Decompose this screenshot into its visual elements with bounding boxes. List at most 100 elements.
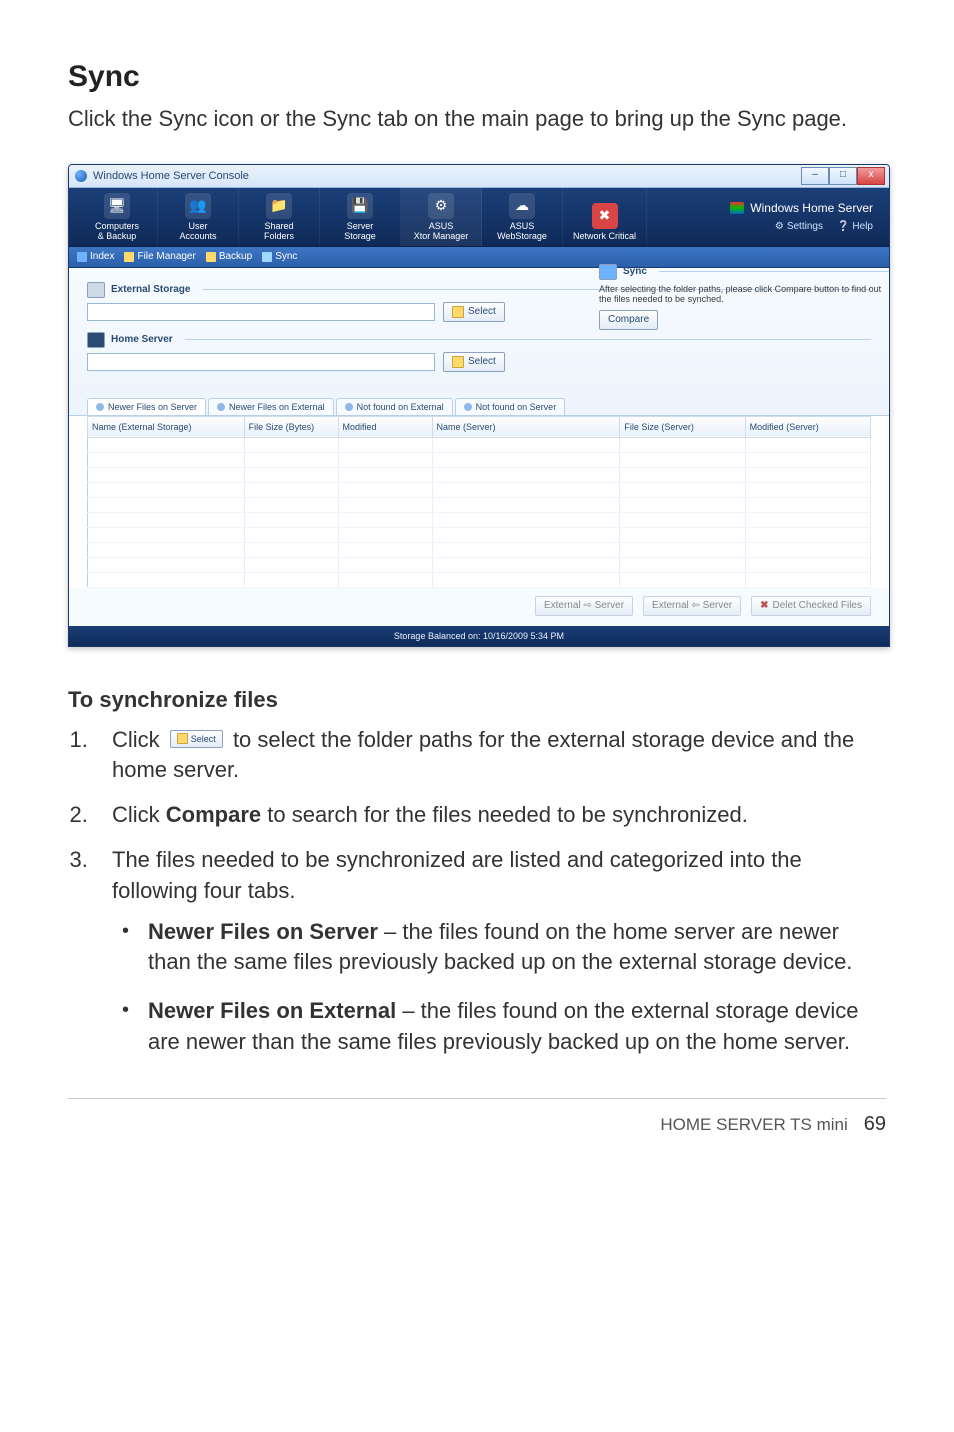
home-path-input[interactable] xyxy=(87,353,435,371)
settings-link[interactable]: ⚙ Settings xyxy=(775,221,823,232)
toolbar-computers-backup[interactable]: 🖥 Computers & Backup xyxy=(77,188,158,246)
page-footer: HOME SERVER TS mini 69 xyxy=(68,1098,886,1136)
tab-newer-external[interactable]: Newer Files on External xyxy=(208,398,334,415)
intro-paragraph: Click the Sync icon or the Sync tab on t… xyxy=(68,104,886,134)
tab-not-server[interactable]: Not found on Server xyxy=(455,398,566,415)
brand-label: Windows Home Server xyxy=(730,201,873,215)
footer-product: HOME SERVER TS mini xyxy=(660,1115,847,1135)
table-row xyxy=(88,527,871,542)
tab-newer-server[interactable]: Newer Files on Server xyxy=(87,398,206,415)
step-2: Click Compare to search for the files ne… xyxy=(94,800,886,831)
backup-icon xyxy=(206,252,216,262)
table-row xyxy=(88,452,871,467)
compare-label: Compare xyxy=(608,314,649,325)
close-button[interactable]: x xyxy=(857,167,885,185)
folder-icon xyxy=(124,252,134,262)
table-row xyxy=(88,497,871,512)
select-label: Select xyxy=(468,306,496,317)
tab-icon xyxy=(96,403,104,411)
tab-not-external[interactable]: Not found on External xyxy=(336,398,453,415)
col-name-external[interactable]: Name (External Storage) xyxy=(88,416,245,437)
col-name-server[interactable]: Name (Server) xyxy=(432,416,620,437)
bc-label: Backup xyxy=(219,251,252,262)
results-tabs: Newer Files on Server Newer Files on Ext… xyxy=(69,392,889,416)
toolbar-xtor-manager[interactable]: ⚙ ASUS Xtor Manager xyxy=(401,188,482,246)
table-row xyxy=(88,437,871,452)
toolbar-webstorage[interactable]: ☁ ASUS WebStorage xyxy=(482,188,563,246)
help-link[interactable]: ❔ Help xyxy=(837,221,873,232)
app-screenshot: Windows Home Server Console – □ x 🖥 Comp… xyxy=(68,164,890,647)
folder-icon xyxy=(452,306,464,318)
home-select-button[interactable]: Select xyxy=(443,352,505,372)
compare-button[interactable]: Compare xyxy=(599,310,658,330)
maximize-button[interactable]: □ xyxy=(829,167,857,185)
toolbar-shared-folders[interactable]: 📁 Shared Folders xyxy=(239,188,320,246)
external-to-server-button[interactable]: External ⇨ Server xyxy=(535,596,633,616)
bc-label: Index xyxy=(90,251,114,262)
inline-btn-label: Select xyxy=(191,733,216,746)
col-modified[interactable]: Modified xyxy=(338,416,432,437)
col-size-server[interactable]: File Size (Server) xyxy=(620,416,745,437)
help-icon: ❔ xyxy=(837,221,849,232)
col-size[interactable]: File Size (Bytes) xyxy=(244,416,338,437)
toolbar-server-storage[interactable]: 💾 Server Storage xyxy=(320,188,401,246)
toolbar-user-accounts[interactable]: 👥 User Accounts xyxy=(158,188,239,246)
toolbar-network-critical[interactable]: ✖ Network Critical xyxy=(563,188,647,246)
table-row xyxy=(88,482,871,497)
status-text: Storage Balanced on: 10/16/2009 5:34 PM xyxy=(394,631,564,641)
bullets-list: Newer Files on Server – the files found … xyxy=(112,917,886,1058)
server-to-external-button[interactable]: External ⇦ Server xyxy=(643,596,741,616)
step-1: Click Select to select the folder paths … xyxy=(94,725,886,787)
sync-panel-description: After selecting the folder paths, please… xyxy=(599,284,889,304)
computers-icon: 🖥 xyxy=(104,193,130,219)
status-bar: Storage Balanced on: 10/16/2009 5:34 PM xyxy=(69,626,889,646)
delete-checked-button[interactable]: ✖Delet Checked Files xyxy=(751,596,871,616)
main-toolbar: 🖥 Computers & Backup 👥 User Accounts 📁 S… xyxy=(69,188,889,247)
tab-label: Not found on External xyxy=(357,402,444,412)
external-select-button[interactable]: Select xyxy=(443,302,505,322)
index-icon xyxy=(77,252,87,262)
sync-panel-title: Sync xyxy=(623,266,647,277)
bottom-action-bar: External ⇨ Server External ⇦ Server ✖Del… xyxy=(69,588,889,626)
table-row xyxy=(88,557,871,572)
xtor-icon: ⚙ xyxy=(428,193,454,219)
home-server-group: Home Server Select xyxy=(87,332,871,372)
server-drive-icon xyxy=(87,332,105,348)
step-text: to select the folder paths for the exter… xyxy=(112,727,854,783)
toolbar-label: Server Storage xyxy=(344,222,376,242)
window-buttons: – □ x xyxy=(801,167,885,185)
network-critical-icon: ✖ xyxy=(592,203,618,229)
mid-pane: External Storage Select Home Server Sele… xyxy=(69,268,889,392)
minimize-button[interactable]: – xyxy=(801,167,829,185)
table-row xyxy=(88,512,871,527)
folders-icon: 📁 xyxy=(266,193,292,219)
breadcrumb-index[interactable]: Index xyxy=(77,251,114,262)
delete-icon: ✖ xyxy=(760,600,768,611)
breadcrumb-backup[interactable]: Backup xyxy=(206,251,252,262)
toolbar-label: ASUS Xtor Manager xyxy=(414,222,469,242)
external-path-input[interactable] xyxy=(87,303,435,321)
users-icon: 👥 xyxy=(185,193,211,219)
folder-icon xyxy=(177,733,188,744)
storage-icon: 💾 xyxy=(347,193,373,219)
table-row xyxy=(88,542,871,557)
tab-icon xyxy=(345,403,353,411)
tab-label: Not found on Server xyxy=(476,402,557,412)
step-3: The files needed to be synchronized are … xyxy=(94,845,886,1058)
bullet-newer-external: Newer Files on External – the files foun… xyxy=(112,996,886,1058)
breadcrumb-sync[interactable]: Sync xyxy=(262,251,297,262)
step-text: The files needed to be synchronized are … xyxy=(112,847,802,903)
toolbar-label: Shared Folders xyxy=(264,222,294,242)
webstorage-icon: ☁ xyxy=(509,193,535,219)
select-label: Select xyxy=(468,356,496,367)
toolbar-label: Network Critical xyxy=(573,232,636,242)
tab-icon xyxy=(217,403,225,411)
bullet-newer-server: Newer Files on Server – the files found … xyxy=(112,917,886,979)
bc-label: File Manager xyxy=(137,251,195,262)
breadcrumb-file-manager[interactable]: File Manager xyxy=(124,251,195,262)
col-modified-server[interactable]: Modified (Server) xyxy=(745,416,870,437)
settings-label: Settings xyxy=(787,221,823,232)
brand-text: Windows Home Server xyxy=(750,201,873,215)
inline-select-button: Select xyxy=(170,730,223,748)
bullet-bold: Newer Files on Server xyxy=(148,919,378,944)
